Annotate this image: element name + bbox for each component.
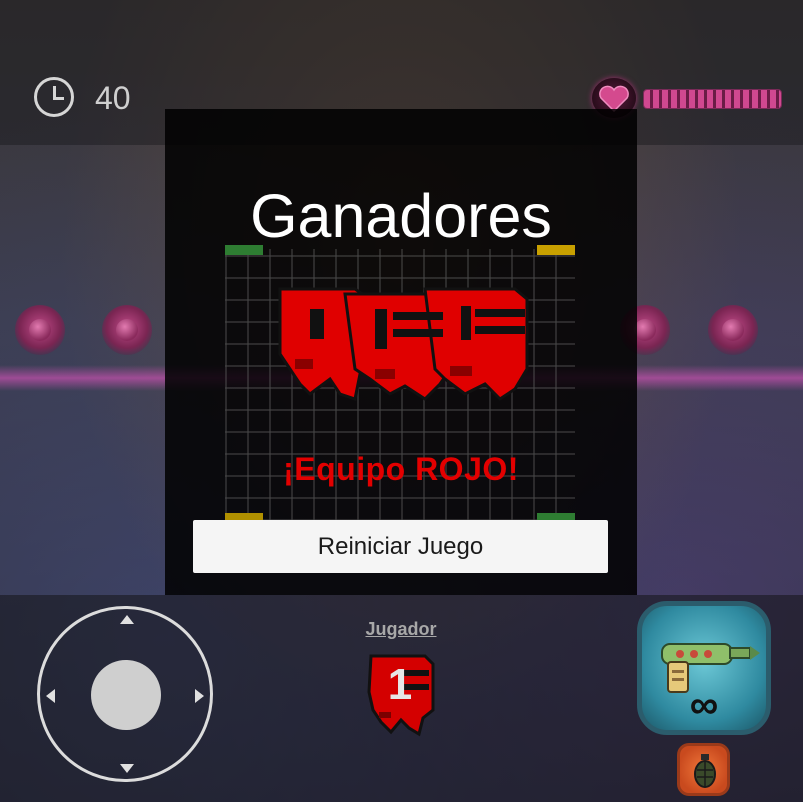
player-label: Jugador xyxy=(365,619,437,639)
joystick-knob[interactable] xyxy=(91,660,161,730)
decor-orb xyxy=(15,305,65,355)
decor-orb xyxy=(102,305,152,355)
grenade-button[interactable] xyxy=(677,743,730,796)
dialog-title: Ganadores xyxy=(250,182,552,250)
health-bar xyxy=(643,89,782,109)
health-fill xyxy=(644,90,781,108)
restart-game-button[interactable]: Reiniciar Juego xyxy=(193,520,608,573)
joystick-up-arrow-icon xyxy=(120,615,134,624)
winners-dialog: Ganadores ¡Equipo ROJO! Reiniciar Juego xyxy=(165,109,637,595)
winning-team-text: ¡Equipo ROJO! xyxy=(283,451,519,487)
joystick-left-arrow-icon xyxy=(46,689,55,703)
weapon-button[interactable]: ∞ xyxy=(637,601,771,735)
ammo-count: ∞ xyxy=(689,683,719,727)
joystick-down-arrow-icon xyxy=(120,764,134,773)
joystick-right-arrow-icon xyxy=(195,689,204,703)
clock-icon xyxy=(34,77,74,117)
grenade-icon xyxy=(694,754,716,788)
red-team-creatures-icon xyxy=(275,274,535,419)
decor-orb xyxy=(708,305,758,355)
timer-value: 40 xyxy=(95,80,131,116)
virtual-joystick[interactable] xyxy=(37,606,213,782)
player-number: 1 xyxy=(387,660,413,709)
